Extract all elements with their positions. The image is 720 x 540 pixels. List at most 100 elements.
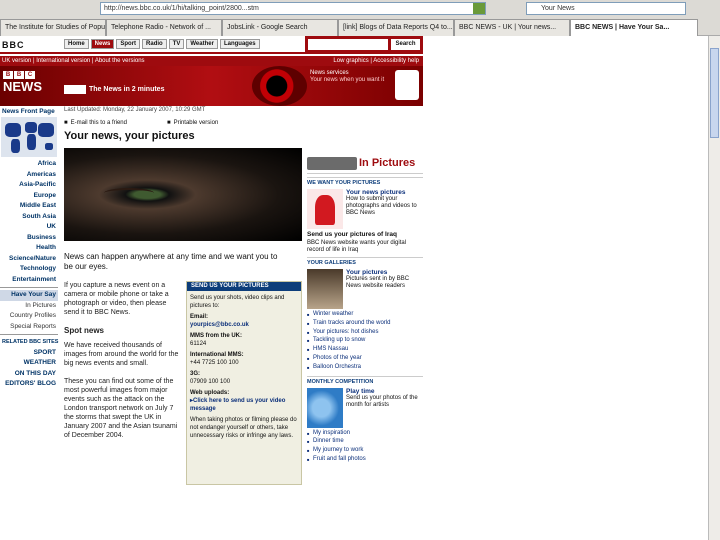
accessibility-links[interactable]: Low graphics | Accessibility help [333, 56, 419, 66]
nav-item[interactable]: Africa [0, 159, 58, 170]
competition-link[interactable]: My inspiration [307, 430, 423, 439]
version-links[interactable]: UK version | International version | Abo… [2, 56, 145, 66]
galleries-heading: Your galleries [307, 257, 423, 267]
bbc-logo[interactable]: BBC [2, 40, 25, 50]
nav-item[interactable]: Technology [0, 264, 58, 275]
gallery-link[interactable]: Photos of the year [307, 355, 423, 364]
nav-sub-item[interactable]: In Pictures [0, 301, 58, 312]
3g-label: 3G: [190, 371, 201, 377]
bbc-search-button[interactable]: Search [391, 39, 420, 50]
gallery-link[interactable]: Balloon Orchestra [307, 364, 423, 373]
page-scrollbar[interactable] [708, 36, 720, 540]
bbc-news-logo[interactable]: BBC NEWS [3, 71, 49, 103]
printable-version-link[interactable]: Printable version [167, 120, 219, 126]
article-paragraph: These you can find out some of the most … [64, 378, 178, 439]
gallery-link[interactable]: HMS Nassau [307, 346, 423, 355]
globe-graphic [252, 66, 307, 106]
have-your-say-link[interactable]: Have Your Say [0, 290, 58, 301]
web-page: BBC Home News Sport Radio TV Weather Lan… [0, 36, 708, 540]
article-tools: E-mail this to a friend Printable versio… [64, 120, 219, 126]
safety-note: When taking photos or filming please do … [190, 417, 297, 439]
nav-sub-item[interactable]: Country Profiles [0, 311, 58, 322]
version-bar: UK version | International version | Abo… [0, 56, 423, 66]
nav-item[interactable]: South Asia [0, 212, 58, 223]
browser-search-input[interactable]: Your News [526, 1, 686, 15]
nav-radio[interactable]: Radio [142, 39, 167, 49]
page-title: Your news, your pictures [64, 130, 195, 142]
feature-thumbnail [307, 269, 343, 309]
gallery-link[interactable]: Train tracks around the world [307, 320, 423, 329]
hero-eye-image [64, 148, 302, 241]
intl-mms-number: +44 7725 100 100 [190, 360, 239, 366]
want-pictures-heading: We want your pictures [307, 177, 423, 187]
go-icon[interactable] [473, 2, 485, 14]
feature-your-pictures[interactable]: Your pictures Pictures sent in by BBC New… [307, 269, 423, 309]
nav-tv[interactable]: TV [168, 39, 185, 49]
right-column: In Pictures We want your pictures Your n… [307, 154, 423, 484]
world-map-icon[interactable] [1, 117, 57, 157]
browser-tab[interactable]: [link] Blogs of Data Reports Q4 to... [338, 19, 454, 36]
nav-item[interactable]: UK [0, 222, 58, 233]
gallery-link[interactable]: Tackling up to snow [307, 337, 423, 346]
news-in-2-minutes-link[interactable]: The News in 2 minutes [64, 84, 184, 96]
left-navigation: News Front Page Africa Americas Asia-Pac… [0, 108, 58, 398]
nav-home[interactable]: Home [64, 39, 89, 49]
related-site-link[interactable]: ON THIS DAY [0, 369, 58, 380]
nav-item[interactable]: Science/Nature [0, 254, 58, 265]
news-front-page-link[interactable]: News Front Page [0, 108, 58, 115]
mms-number: 61124 [190, 341, 207, 347]
camera-icon [307, 157, 357, 170]
gallery-link[interactable]: Winter weather [307, 311, 423, 320]
browser-tab[interactable]: Telephone Radio - Network of ... [106, 19, 222, 36]
nav-weather[interactable]: Weather [186, 39, 218, 49]
3g-number: 07909 100 100 [190, 379, 231, 385]
email-link[interactable]: yourpics@bbc.co.uk [190, 321, 298, 329]
nav-item[interactable]: Americas [0, 170, 58, 181]
nav-sport[interactable]: Sport [116, 39, 141, 49]
tab-strip: The Institute for Studies of Popul... Te… [0, 17, 720, 36]
competition-link[interactable]: Dinner time [307, 438, 423, 447]
nav-item[interactable]: Business [0, 233, 58, 244]
nav-item[interactable]: Entertainment [0, 275, 58, 286]
scrollbar-thumb[interactable] [710, 48, 719, 138]
competition-link[interactable]: My journey to work [307, 447, 423, 456]
mms-label: MMS from the UK: [190, 333, 242, 339]
browser-tab-active[interactable]: BBC NEWS | Have Your Sa... [570, 19, 698, 36]
in-pictures-header[interactable]: In Pictures [307, 154, 423, 174]
address-row: http://news.bbc.co.uk/1/hi/talking_point… [0, 0, 720, 16]
nav-sub-item[interactable]: Special Reports [0, 322, 58, 333]
feature-play-time[interactable]: Play time Send us your photos of the mont… [307, 387, 423, 428]
browser-tab[interactable]: JobsLink - Google Search [222, 19, 338, 36]
browser-tab[interactable]: The Institute for Studies of Popul... [0, 19, 106, 36]
nav-news[interactable]: News [90, 39, 115, 49]
address-bar[interactable]: http://news.bbc.co.uk/1/hi/talking_point… [100, 1, 486, 15]
nav-item[interactable]: Europe [0, 191, 58, 202]
email-friend-link[interactable]: E-mail this to a friend [64, 120, 127, 126]
article-paragraph: We have received thousands of images fro… [64, 342, 179, 367]
send-box-intro: Send us your shots, video clips and pict… [190, 295, 285, 309]
feature-thumbnail [307, 387, 343, 428]
video-message-link[interactable]: Click here to send us your video message [190, 397, 298, 413]
nav-item[interactable]: Asia-Pacific [0, 180, 58, 191]
article-paragraph: If you capture a news event on a camera … [64, 282, 169, 316]
email-label: Email: [190, 314, 209, 320]
iraq-pictures-link[interactable]: Send us your pictures of Iraq [307, 231, 423, 238]
related-site-link[interactable]: EDITORS' BLOG [0, 379, 58, 390]
gallery-link[interactable]: Your pictures: hot dishes [307, 329, 423, 338]
feature-your-news-pictures[interactable]: Your news pictures How to submit your pho… [307, 189, 423, 229]
nav-item[interactable]: Middle East [0, 201, 58, 212]
nav-languages[interactable]: Languages [219, 39, 260, 49]
bbc-search-input[interactable] [308, 39, 388, 50]
news-services-link[interactable]: News services Your news when you want it [310, 70, 390, 84]
browser-tab[interactable]: BBC NEWS - UK | Your news... [454, 19, 570, 36]
competition-link[interactable]: Fruit and fall photos [307, 456, 423, 465]
last-updated: Last Updated: Monday, 22 January 2007, 1… [64, 107, 206, 113]
intl-mms-label: International MMS: [190, 352, 244, 358]
related-site-link[interactable]: WEATHER [0, 358, 58, 369]
nav-item[interactable]: Health [0, 243, 58, 254]
nav-divider [0, 287, 58, 288]
article-body: If you capture a news event on a camera … [64, 281, 182, 449]
related-site-link[interactable]: SPORT [0, 348, 58, 359]
mobile-phone-icon [395, 70, 419, 100]
address-text: http://news.bbc.co.uk/1/hi/talking_point… [104, 4, 259, 12]
